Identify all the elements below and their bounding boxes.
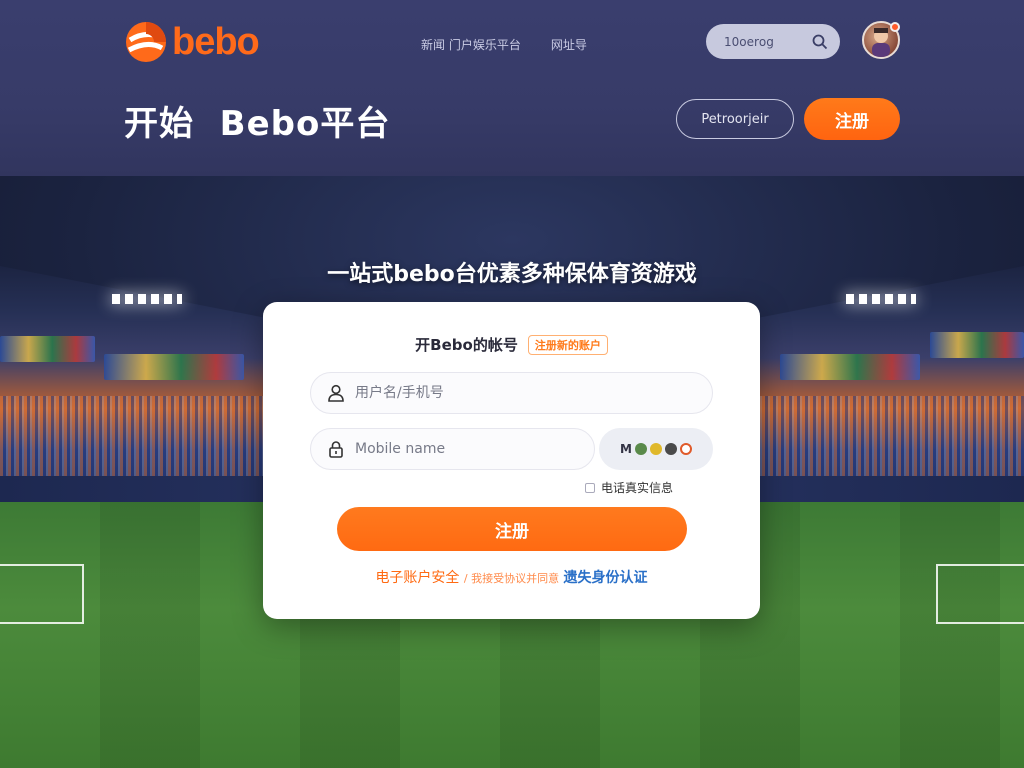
search-box[interactable] xyxy=(706,24,840,59)
username-field[interactable] xyxy=(310,372,713,414)
remember-label: 电话真实信息 xyxy=(601,481,674,495)
page-title: 开始 Bebo平台 xyxy=(124,104,391,144)
username-input[interactable] xyxy=(355,385,555,401)
link-separator: / 我接受协议并同意 xyxy=(463,572,560,585)
logo-text: bebo xyxy=(172,20,260,63)
stadium-screen xyxy=(0,336,95,362)
card-header: 开Bebo的帐号 注册新的账户 xyxy=(263,334,760,355)
stadium-screen xyxy=(780,354,920,380)
register-card: 开Bebo的帐号 注册新的账户 M 电话真实信息 注册 电子账户安全 / 我接受… xyxy=(263,302,760,619)
logo-mark-icon xyxy=(126,22,166,62)
search-icon[interactable] xyxy=(812,34,828,50)
top-nav: 新闻 门户娱乐平台 网址导 xyxy=(421,36,587,53)
nav-item-directory[interactable]: 网址导 xyxy=(551,36,587,53)
nav-item-news[interactable]: 新闻 门户娱乐平台 xyxy=(421,36,521,53)
floodlight xyxy=(112,294,182,304)
remember-option[interactable]: 电话真实信息 xyxy=(585,479,673,496)
remember-checkbox[interactable] xyxy=(585,482,595,493)
login-outline-button[interactable]: Petroorjeir xyxy=(676,99,794,139)
notification-dot xyxy=(890,22,900,32)
card-footer-links: 电子账户安全 / 我接受协议并同意 遗失身份认证 xyxy=(263,567,760,587)
card-badge[interactable]: 注册新的账户 xyxy=(527,334,608,355)
register-header-button[interactable]: 注册 xyxy=(804,98,900,140)
tagline: 一站式bebo台优素多种保体育资游戏 xyxy=(327,262,697,287)
account-security-link[interactable]: 电子账户安全 xyxy=(375,570,459,586)
password-input[interactable] xyxy=(355,441,555,457)
user-icon xyxy=(328,384,344,402)
lock-icon xyxy=(329,441,343,458)
stadium-screen xyxy=(930,332,1024,358)
captcha-image[interactable]: M xyxy=(599,428,713,470)
identity-verify-link[interactable]: 遗失身份认证 xyxy=(564,570,648,586)
refresh-icon[interactable] xyxy=(679,443,692,455)
stadium-screen xyxy=(104,354,244,380)
top-header: bebo 新闻 门户娱乐平台 网址导 开始 Bebo平台 Petroorjeir… xyxy=(0,0,1024,176)
brand-logo[interactable]: bebo xyxy=(124,20,260,64)
register-submit-button[interactable]: 注册 xyxy=(337,507,687,551)
floodlight xyxy=(846,294,916,304)
search-input[interactable] xyxy=(724,34,804,49)
password-field[interactable] xyxy=(310,428,595,470)
captcha-text: M xyxy=(620,442,632,456)
card-title: 开Bebo的帐号 xyxy=(415,336,518,354)
